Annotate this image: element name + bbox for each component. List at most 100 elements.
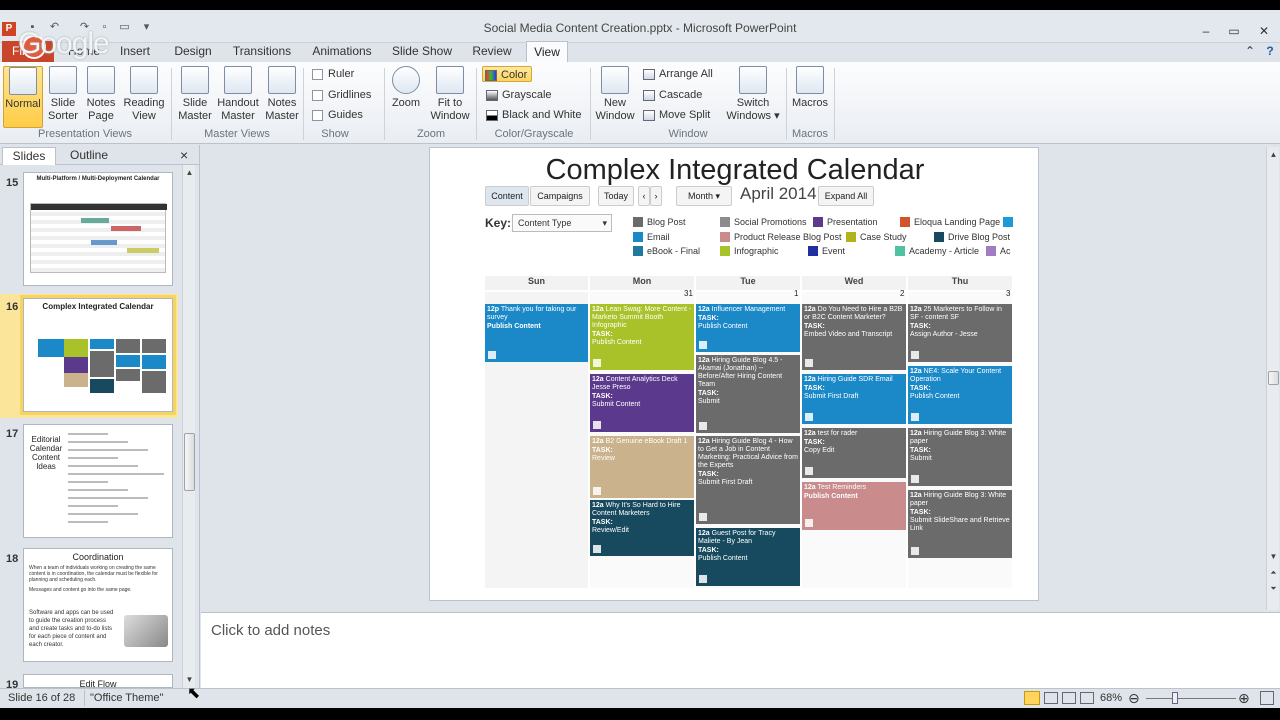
event-desc: Publish Content <box>804 493 858 500</box>
slide-sorter-button[interactable]: Slide Sorter <box>46 66 80 128</box>
tab-animations[interactable]: Animations <box>306 41 378 63</box>
window-group-label: Window <box>668 128 708 140</box>
event-task: TASK: <box>698 390 719 397</box>
minimize-icon[interactable]: – <box>1196 23 1216 39</box>
arrange-all-label: Arrange All <box>659 68 713 80</box>
ribbon-collapse-icon[interactable]: ⌃ <box>1240 43 1260 59</box>
notes-pane[interactable]: Click to add notes <box>201 612 1280 688</box>
previous-slide-icon[interactable]: ⏶ <box>1267 567 1280 579</box>
scroll-down-icon[interactable]: ▼ <box>1267 551 1280 563</box>
zoom-level[interactable]: 68% <box>1100 692 1122 704</box>
tab-transitions[interactable]: Transitions <box>226 41 298 63</box>
grayscale-label: Grayscale <box>502 89 552 101</box>
blog-icon <box>911 547 919 555</box>
event-task: TASK: <box>910 447 931 454</box>
theme-name[interactable]: "Office Theme" <box>90 692 163 704</box>
reading-view-button[interactable]: Reading View <box>122 66 166 128</box>
zoom-out-icon[interactable]: ⊖ <box>1128 690 1140 707</box>
notes-page-button[interactable]: Notes Page <box>84 66 118 128</box>
slides-panel-scrollbar[interactable]: ▲ ▼ <box>182 165 195 688</box>
reading-view-icon <box>130 66 158 94</box>
event-time: 12p <box>487 306 500 313</box>
slide-thumbnail-18[interactable]: Coordination When a team of individuals … <box>23 548 173 662</box>
scroll-up-icon[interactable]: ▲ <box>1267 149 1280 161</box>
maximize-icon[interactable]: ▭ <box>1224 23 1244 39</box>
zoom-slider[interactable] <box>1146 698 1236 699</box>
event-title: Test Reminders <box>817 484 867 491</box>
event-task: TASK: <box>698 315 719 322</box>
event-desc: Submit First Draft <box>804 393 859 400</box>
event-desc: Submit SlideShare and Retrieve Link <box>910 517 1010 532</box>
zoom-slider-thumb[interactable] <box>1172 692 1178 704</box>
arrange-all-button[interactable]: Arrange All <box>641 66 713 82</box>
scroll-up-icon[interactable]: ▲ <box>183 167 196 179</box>
slide-thumbnail-15[interactable]: Multi-Platform / Multi-Deployment Calend… <box>23 172 173 286</box>
slide-area-scrollbar[interactable]: ▲ ▼ ⏶ ⏷ <box>1266 147 1279 610</box>
macros-button[interactable]: Macros <box>791 66 829 128</box>
cascade-button[interactable]: Cascade <box>641 87 702 103</box>
next-slide-icon[interactable]: ⏷ <box>1267 583 1280 595</box>
reading-view-status-icon[interactable] <box>1062 692 1076 704</box>
legend-swatch <box>633 232 643 242</box>
switch-windows-button[interactable]: Switch Windows ▾ <box>724 66 782 128</box>
date-number: 3 <box>1006 289 1011 298</box>
zoom-in-icon[interactable]: ⊕ <box>1238 690 1250 707</box>
tab-design[interactable]: Design <box>166 41 220 63</box>
handout-master-button[interactable]: Handout Master <box>216 66 260 128</box>
tab-slide-show[interactable]: Slide Show <box>386 41 458 63</box>
tab-view[interactable]: View <box>526 41 568 63</box>
calendar-event: 12a 25 Marketers to Follow in SF - conte… <box>908 304 1012 362</box>
switch-windows-label: Switch Windows <box>726 97 772 122</box>
fit-slide-icon[interactable] <box>1260 691 1274 705</box>
calendar-event: 12a Content Analytics Deck Jesse Preso TA… <box>590 374 694 432</box>
normal-view-status-icon[interactable] <box>1024 691 1040 705</box>
ruler-checkbox[interactable]: Ruler <box>310 66 354 82</box>
slide-thumbnail-19[interactable]: Edit Flow <box>23 674 173 688</box>
tab-review[interactable]: Review <box>466 41 518 63</box>
legend-swatch <box>846 232 856 242</box>
tab-slides[interactable]: Slides <box>2 147 56 165</box>
color-button[interactable]: Color <box>482 66 532 82</box>
key-item-label: Ac <box>1000 246 1011 256</box>
grayscale-button[interactable]: Grayscale <box>484 87 552 103</box>
thumbnail-body-2: Messages and content go into the same pa… <box>29 587 132 593</box>
key-item: eBook - Final <box>633 246 700 256</box>
gridlines-checkbox[interactable]: Gridlines <box>310 87 371 103</box>
guides-checkbox[interactable]: Guides <box>310 107 363 123</box>
bw-swatch-icon <box>486 110 498 121</box>
event-task: TASK: <box>804 439 825 446</box>
scrollbar-thumb[interactable] <box>184 433 195 491</box>
slide-master-button[interactable]: Slide Master <box>176 66 214 128</box>
cascade-icon <box>643 90 655 101</box>
key-item: Product Release Blog Post <box>720 232 842 242</box>
zoom-button[interactable]: Zoom <box>390 66 422 128</box>
slideshow-status-icon[interactable] <box>1080 692 1094 704</box>
key-select-value: Content Type <box>518 218 572 228</box>
slide-sorter-status-icon[interactable] <box>1044 692 1058 704</box>
notes-placeholder[interactable]: Click to add notes <box>211 622 330 639</box>
new-window-button[interactable]: New Window <box>594 66 636 128</box>
help-icon[interactable]: ? <box>1260 43 1280 59</box>
group-separator <box>476 68 477 140</box>
fit-to-window-button[interactable]: Fit to Window <box>428 66 472 128</box>
notes-master-button[interactable]: Notes Master <box>264 66 300 128</box>
next-month-icon: › <box>650 186 662 206</box>
key-item: Case Study <box>846 232 907 242</box>
tab-outline[interactable]: Outline <box>60 147 118 165</box>
move-split-button[interactable]: Move Split <box>641 107 710 123</box>
key-item: Event <box>808 246 845 256</box>
event-title: Influencer Management <box>711 306 786 313</box>
scrollbar-thumb[interactable] <box>1268 371 1279 385</box>
black-and-white-button[interactable]: Black and White <box>484 107 581 123</box>
close-window-icon[interactable]: ✕ <box>1254 23 1274 39</box>
normal-view-button[interactable]: Normal <box>3 66 43 128</box>
panel-tabs: Slides Outline × <box>0 145 200 165</box>
slide-thumbnail-16[interactable]: Complex Integrated Calendar <box>20 295 176 415</box>
event-time: 12a <box>910 306 922 313</box>
checkbox-icon <box>312 110 323 121</box>
slide-title[interactable]: Complex Integrated Calendar <box>430 154 1038 187</box>
close-panel-icon[interactable]: × <box>180 147 188 163</box>
current-slide[interactable]: Complex Integrated Calendar Content Camp… <box>429 147 1039 601</box>
slide-sorter-icon <box>49 66 77 94</box>
slide-thumbnail-17[interactable]: Editorial Calendar Content Ideas <box>23 424 173 538</box>
